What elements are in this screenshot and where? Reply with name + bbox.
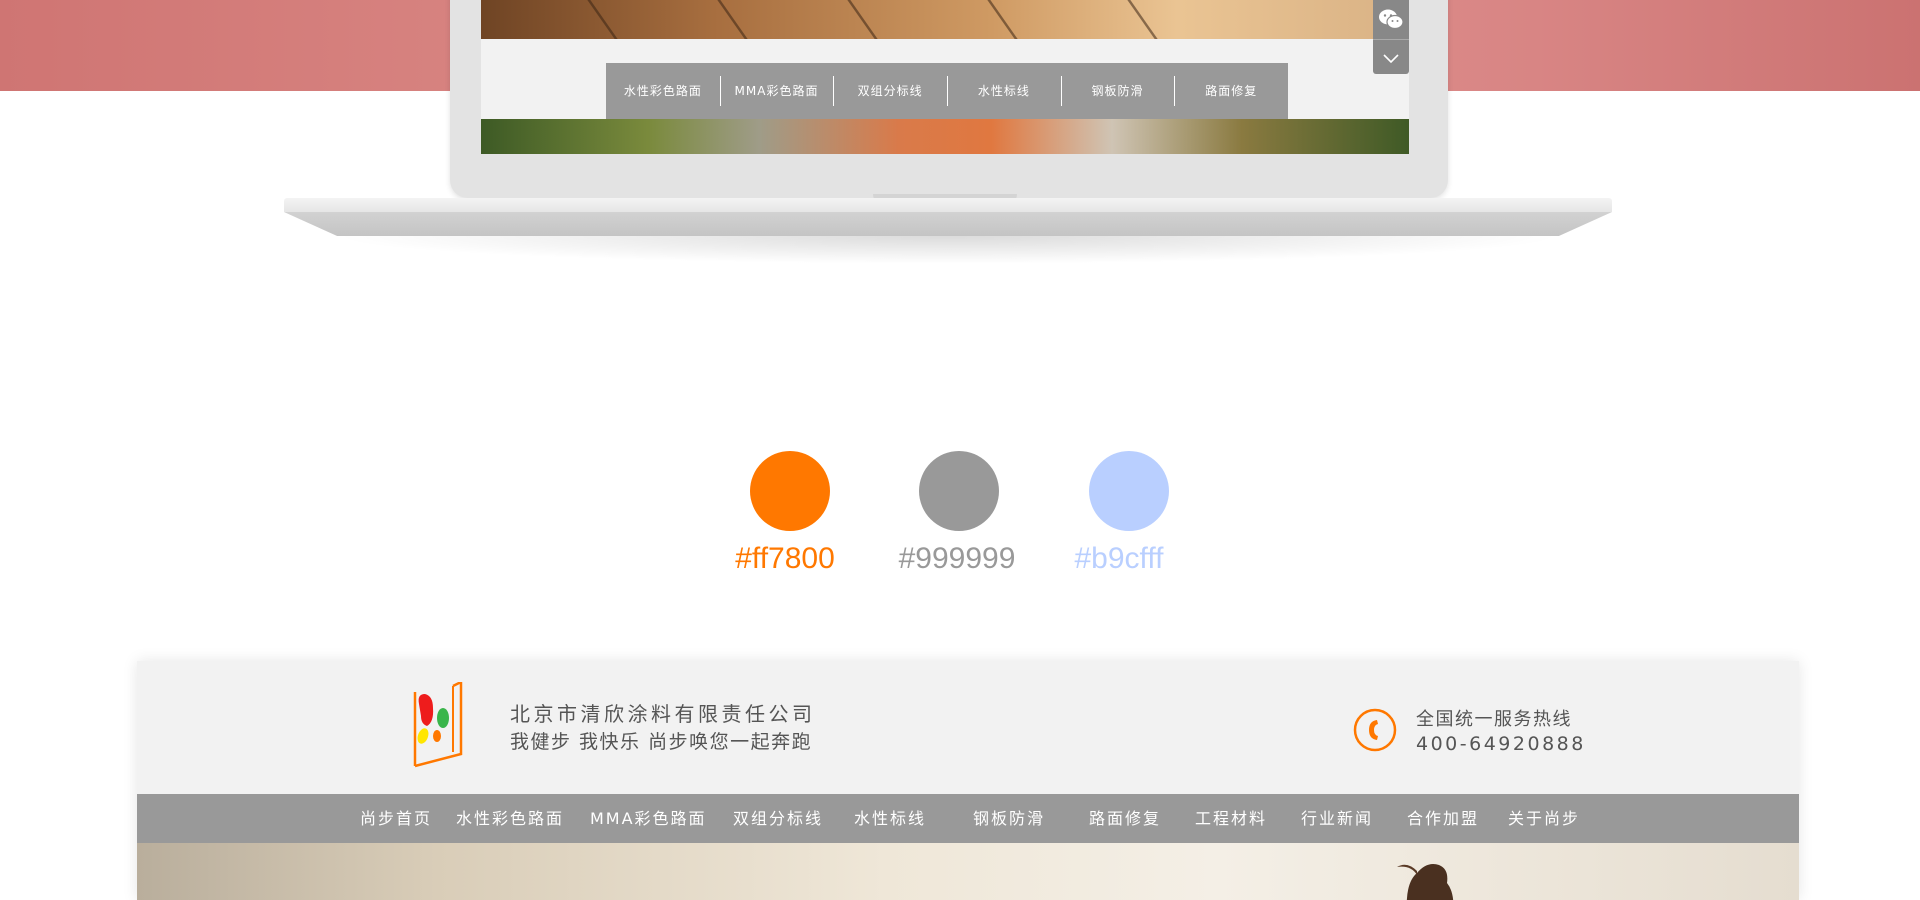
color-swatch-label: #999999: [898, 542, 1016, 575]
screen-nav-item[interactable]: 水性标线: [947, 63, 1061, 119]
main-nav-item-home[interactable]: 尚步首页: [360, 794, 432, 843]
color-swatch-blue: [1089, 451, 1169, 531]
site-header-preview: 北京市清欣涂料有限责任公司 我健步 我快乐 尚步唤您一起奔跑 全国统一服务热线 …: [137, 661, 1799, 900]
color-swatch-orange: [750, 451, 830, 531]
main-nav-item[interactable]: 工程材料: [1195, 794, 1267, 843]
screen-nav-bar: 水性彩色路面 MMA彩色路面 双组分标线 水性标线 钢板防滑 路面修复: [606, 63, 1288, 119]
main-nav-bar: 尚步首页 水性彩色路面 MMA彩色路面 双组分标线 水性标线 钢板防滑 路面修复…: [137, 794, 1799, 843]
main-nav-item-about[interactable]: 关于尚步: [1508, 794, 1580, 843]
screen-nav-item[interactable]: 路面修复: [1174, 63, 1288, 119]
main-nav-item[interactable]: 水性彩色路面: [456, 794, 564, 843]
company-name: 北京市清欣涂料有限责任公司: [510, 702, 816, 726]
runner-figure: [1397, 864, 1454, 900]
main-nav-item[interactable]: MMA彩色路面: [590, 794, 707, 843]
color-swatch-label: #ff7800: [735, 542, 835, 575]
color-swatch-label: #b9cfff: [1074, 542, 1164, 575]
wechat-icon[interactable]: [1373, 0, 1409, 37]
phone-icon: [1353, 708, 1397, 752]
hero-banner-photo: [137, 843, 1799, 900]
company-slogan: 我健步 我快乐 尚步唤您一起奔跑: [510, 731, 813, 753]
screen-nav-item[interactable]: 钢板防滑: [1060, 63, 1175, 119]
laptop-screen: 水性彩色路面 MMA彩色路面 双组分标线 水性标线 钢板防滑 路面修复: [481, 0, 1409, 154]
main-nav-item[interactable]: 合作加盟: [1407, 794, 1479, 843]
main-nav-item[interactable]: 水性标线: [854, 794, 926, 843]
main-nav-item[interactable]: 双组分标线: [733, 794, 823, 843]
chevron-down-icon[interactable]: [1373, 39, 1409, 75]
laptop-shadow: [330, 236, 1566, 264]
laptop-base-edge: [284, 212, 1612, 236]
brand-logo-icon[interactable]: [409, 682, 471, 770]
laptop-base: [284, 198, 1612, 212]
screen-nav-item[interactable]: MMA彩色路面: [719, 63, 834, 119]
hotline-label: 全国统一服务热线: [1416, 709, 1572, 730]
screen-track-photo: [481, 119, 1409, 154]
main-nav-item[interactable]: 路面修复: [1089, 794, 1161, 843]
color-swatch-gray: [919, 451, 999, 531]
screen-nav-item[interactable]: 水性彩色路面: [606, 63, 720, 119]
side-float-widget: [1373, 0, 1409, 74]
main-nav-item[interactable]: 行业新闻: [1301, 794, 1373, 843]
hotline-number: 400-64920888: [1416, 733, 1586, 755]
screen-nav-item[interactable]: 双组分标线: [833, 63, 947, 119]
main-nav-item[interactable]: 钢板防滑: [973, 794, 1045, 843]
screen-banner-photo: [481, 0, 1409, 39]
